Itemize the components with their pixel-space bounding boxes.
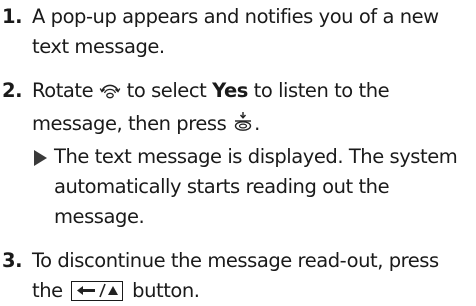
rotate-knob-icon xyxy=(99,78,121,109)
result-arrow-icon xyxy=(34,150,47,166)
option-yes: Yes xyxy=(212,79,248,102)
step-1: 1. A pop-up appears and notifies you of … xyxy=(2,2,474,62)
step-number: 1. xyxy=(2,5,23,28)
step-2: 2. Rotate to select Yes to listen to the… xyxy=(2,76,474,232)
step-3: 3. To discontinue the message read-out, … xyxy=(2,246,474,306)
step-text-before: Rotate xyxy=(32,79,94,102)
step-text-end: . xyxy=(254,112,260,135)
step-result: The text message is displayed. The syste… xyxy=(32,142,474,232)
step-number: 3. xyxy=(2,249,23,272)
step-text-mid: to select xyxy=(126,79,207,102)
result-text: The text message is displayed. The syste… xyxy=(54,145,458,228)
step-number: 2. xyxy=(2,79,23,102)
step-text: A pop-up appears and notifies you of a n… xyxy=(32,5,439,58)
step-text-after: button. xyxy=(132,279,200,302)
press-knob-icon xyxy=(232,111,254,142)
back-button-icon xyxy=(71,281,124,301)
instruction-list: 1. A pop-up appears and notifies you of … xyxy=(2,2,474,306)
